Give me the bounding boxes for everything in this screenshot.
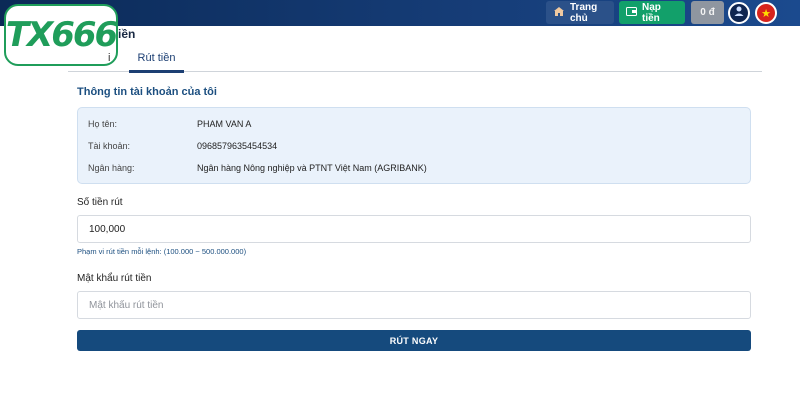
page-title: iền [118,27,136,41]
tab-bar: i Rút tiền [68,44,762,73]
home-button-label: Trang chủ [570,1,598,24]
info-label: Họ tên: [88,119,118,129]
account-info-box: Họ tên: PHAM VAN A Tài khoản: 0968579635… [77,107,751,184]
home-button[interactable]: Trang chủ [546,1,614,24]
info-value: Ngân hàng Nông nghiệp và PTNT Việt Nam (… [197,163,427,173]
support-button[interactable] [728,2,750,24]
amount-label: Số tiền rút [77,197,123,208]
language-button[interactable]: ★ [755,2,777,24]
deposit-button-label: Nạp tiền [642,1,661,24]
info-row-bank: Ngân hàng: Ngân hàng Nông nghiệp và PTNT… [88,161,427,175]
support-icon [733,4,745,22]
balance-value: 0 đ [700,7,715,18]
tab-deposit[interactable]: i [108,44,118,72]
wallet-icon [626,6,637,19]
deposit-button[interactable]: Nạp tiền [619,1,685,24]
info-row-name: Họ tên: PHAM VAN A [88,117,251,131]
info-value: PHAM VAN A [197,119,252,129]
amount-hint: Phạm vi rút tiền mỗi lệnh: (100.000 ~ 50… [77,247,247,256]
withdraw-submit-button[interactable]: RÚT NGAY [77,330,751,351]
info-label: Tài khoản: [88,141,131,151]
password-input[interactable] [77,291,751,319]
amount-input[interactable] [77,215,751,243]
info-row-account: Tài khoản: 0968579635454534 [88,139,277,153]
password-label: Mật khẩu rút tiền [77,273,152,284]
home-icon [553,6,565,20]
tab-withdraw[interactable]: Rút tiền [129,44,184,73]
vietnam-flag-icon: ★ [761,7,771,20]
info-label: Ngân hàng: [88,163,135,173]
info-value: 0968579635454534 [197,141,278,151]
account-section-title: Thông tin tài khoản của tôi [77,86,217,98]
balance-badge: 0 đ [691,1,724,24]
top-bar: Trang chủ Nạp tiền 0 đ ★ [0,0,800,26]
